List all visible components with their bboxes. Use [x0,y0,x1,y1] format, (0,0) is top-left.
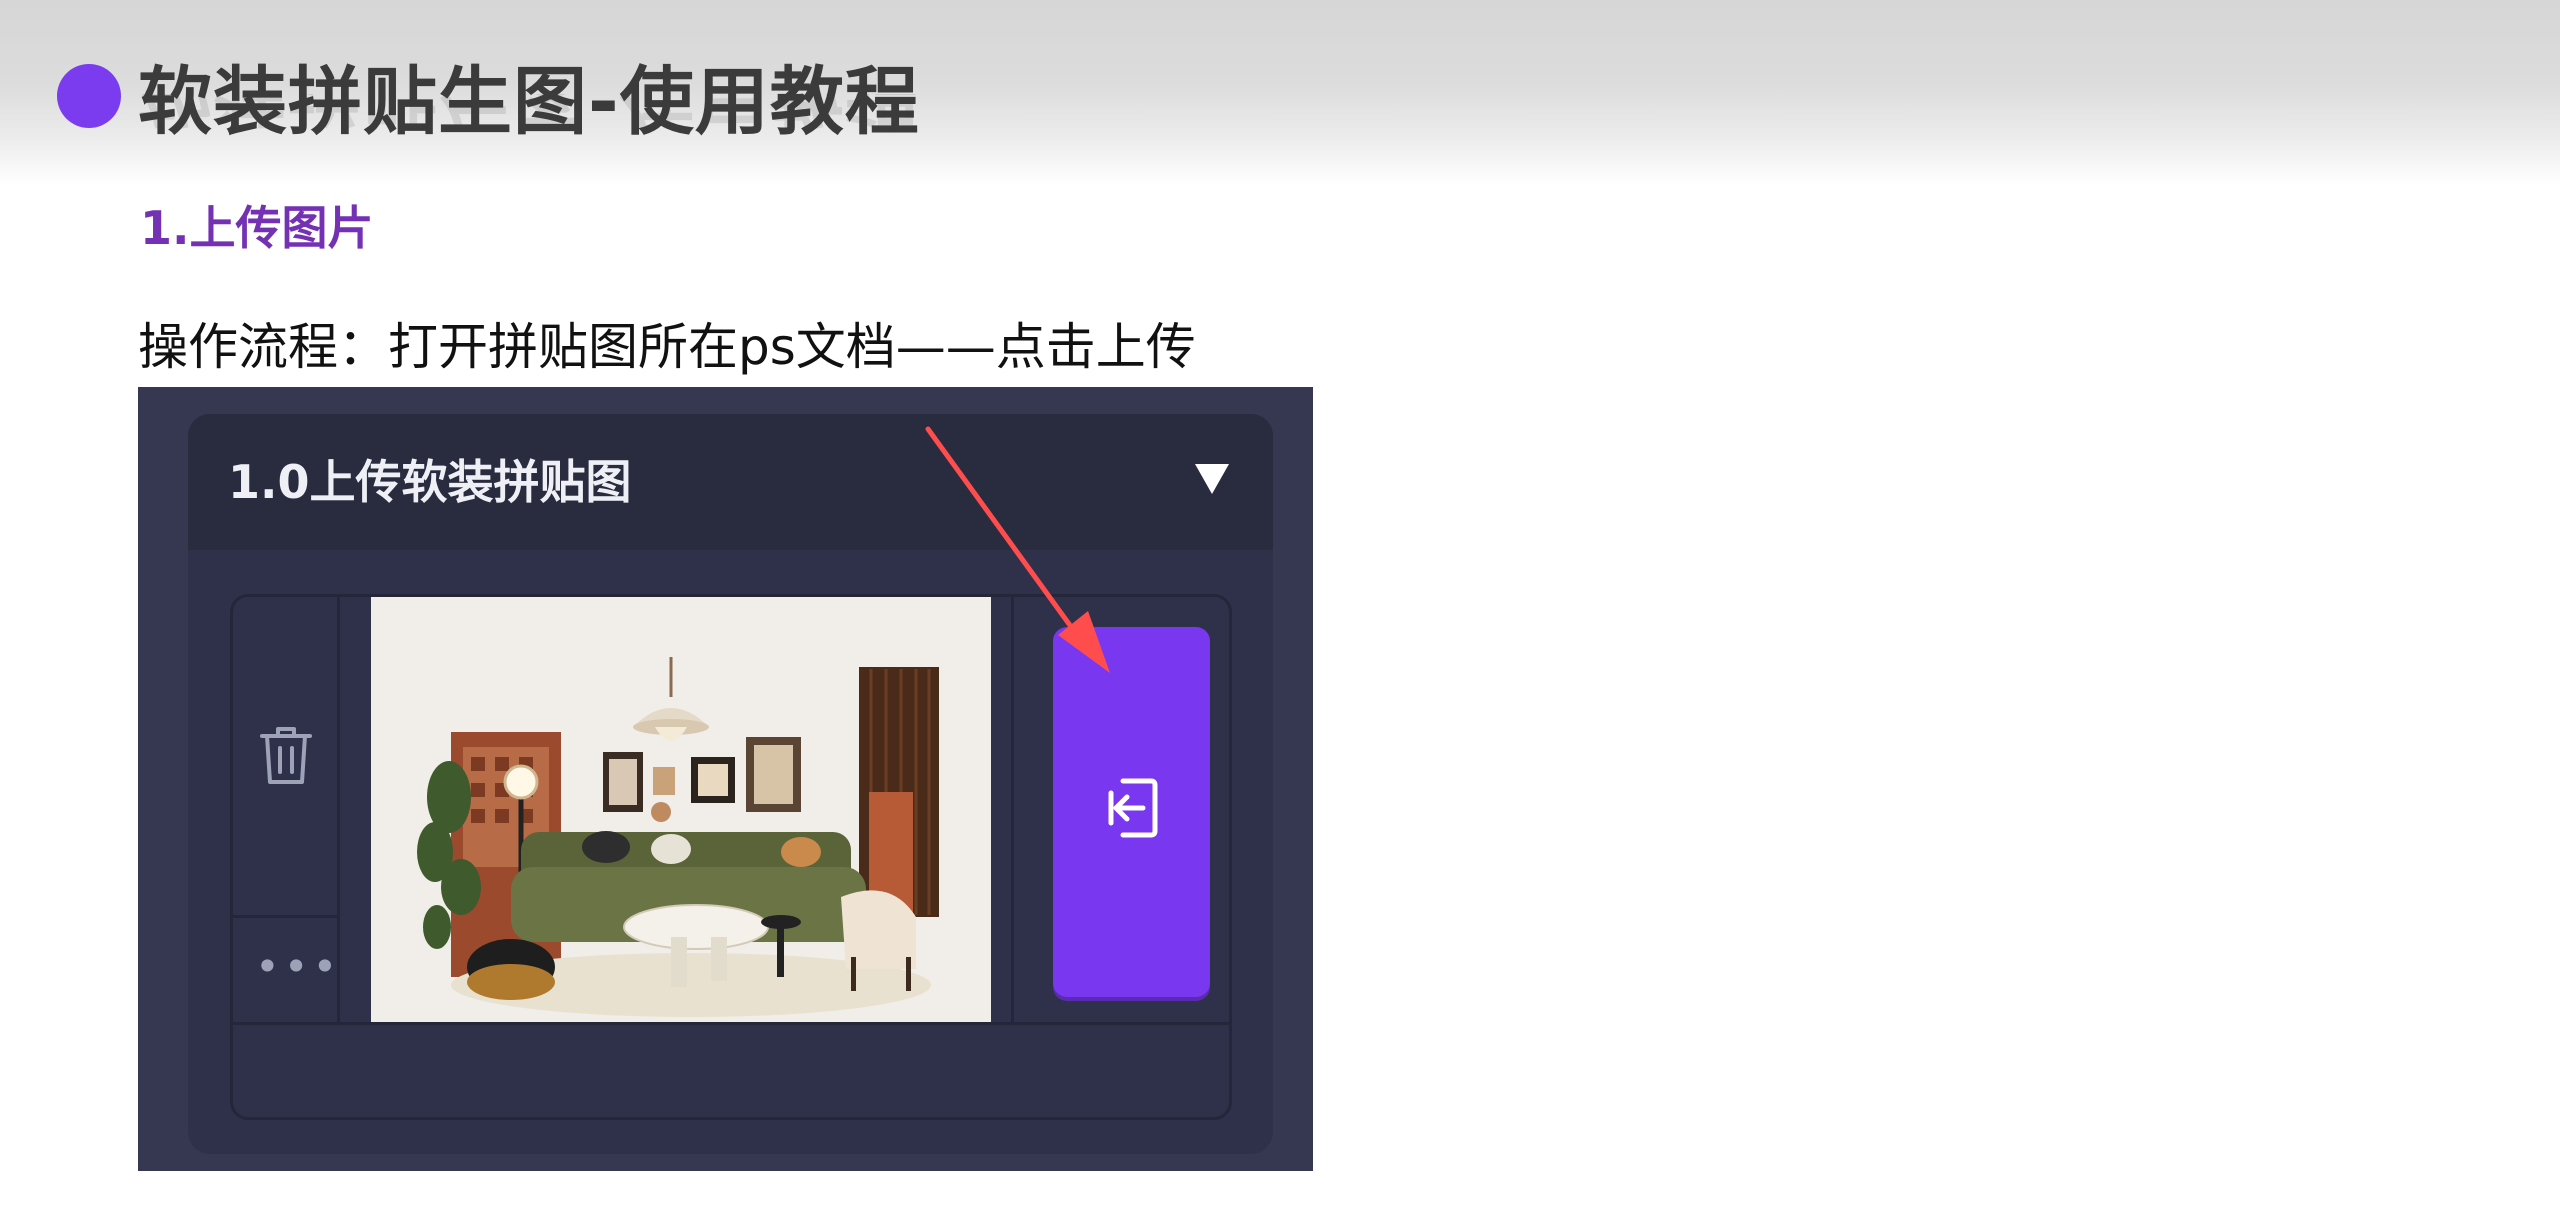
page-title-reflection: 软装拼贴生图-使用教程 [138,94,920,140]
title-bullet-dot [57,64,121,128]
collage-thumbnail[interactable] [371,597,991,1022]
title-container: 软装拼贴生图-使用教程 软装拼贴生图-使用教程 [138,52,920,152]
triangle-down-icon[interactable] [1195,464,1229,494]
red-arrow-icon [925,426,1110,673]
import-icon [1103,775,1161,845]
side-divider [233,915,340,918]
item-side-column: ••• [233,597,340,1022]
ellipsis-icon[interactable]: ••• [255,946,341,988]
card-title: 1.0上传软装拼贴图 [228,455,632,509]
section-heading: 1.上传图片 [140,201,374,255]
trash-icon[interactable] [258,722,314,792]
instruction-text: 操作流程：打开拼贴图所在ps文档——点击上传 [138,318,1196,376]
bottom-divider [233,1022,1229,1025]
plugin-screenshot: 1.0上传软装拼贴图 ••• [138,387,1313,1171]
